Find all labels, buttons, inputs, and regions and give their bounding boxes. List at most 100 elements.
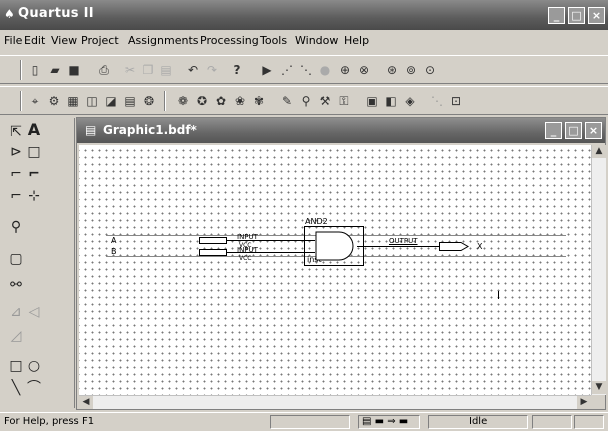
minimize-button[interactable]: _ [548,7,565,24]
start-analysis-icon[interactable]: ⋰ [280,63,294,77]
start-timing-icon[interactable]: ⋱ [299,63,313,77]
input-a-name: A [111,236,117,245]
block-tool-icon[interactable]: □ [26,144,42,160]
input-b-sub: VCC [239,255,252,262]
menu-edit[interactable]: Edit [24,34,45,47]
scroll-left-icon[interactable]: ◀ [79,396,93,409]
output-pin-x[interactable] [439,242,469,251]
menu-file[interactable]: File [4,34,22,47]
line-tool-icon[interactable]: ╲ [8,380,24,396]
full-screen-icon[interactable]: ▢ [8,251,24,267]
print-icon[interactable]: ⎙ [97,63,111,77]
scroll-down-icon[interactable]: ▼ [592,381,606,394]
analyze-icon[interactable]: ❁ [176,94,190,108]
grid-icon[interactable]: ⋱ [430,94,444,108]
schematic-canvas[interactable]: A INPUT VCC B INPUT VCC AND2 inst OUTPUT… [79,145,591,395]
start-compilation-icon[interactable]: ▶ [260,63,274,77]
floorplan-icon[interactable]: ▤ [123,94,137,108]
standard-toolbar: ▯ ▰ ■ ⎙ ✂ ❐ ▤ ↶ ↷ ? ▶ ⋰ ⋱ ● ⊕ ⊗ ⊛ ⊚ ⊙ [0,55,608,84]
paste-icon[interactable]: ▤ [159,63,173,77]
assemble-icon[interactable]: ✿ [214,94,228,108]
menu-processing[interactable]: Processing [200,34,259,47]
wire-a[interactable] [227,240,315,241]
close-button[interactable]: × [588,7,605,24]
find-icon[interactable]: ⚯ [8,277,24,293]
and-gate-shape[interactable] [315,231,357,261]
input-pin-b[interactable] [199,249,227,256]
stop-icon[interactable]: ● [318,63,332,77]
simulator-tool-icon[interactable]: ⊗ [357,63,371,77]
symbol-tool-icon[interactable]: ⊳ [8,144,24,160]
orthogonal-node-tool-icon[interactable]: ⌐ [8,166,24,182]
vertical-scrollbar[interactable]: ▲ ▼ [591,145,606,395]
rtl-viewer-icon[interactable]: ◧ [384,94,398,108]
oval-tool-icon[interactable]: ○ [26,358,42,374]
menu-window[interactable]: Window [295,34,338,47]
redo-icon[interactable]: ↷ [205,63,219,77]
child-maximize-button[interactable]: □ [565,122,582,139]
horizontal-scrollbar[interactable]: ◀ ▶ [79,395,591,409]
zoom-tool-icon[interactable]: ⚲ [8,219,24,235]
child-window-title: Graphic1.bdf* [103,123,197,137]
flip-vertical-icon[interactable]: ◁ [26,304,42,320]
eda-icon[interactable]: ✾ [252,94,266,108]
pencil-icon[interactable]: ✎ [280,94,294,108]
compile-icon[interactable]: ❂ [142,94,156,108]
menu-view[interactable]: View [51,34,77,47]
scroll-up-icon[interactable]: ▲ [592,145,606,158]
pin-planner-icon[interactable]: ◫ [85,94,99,108]
block-editor-window: ▤ Graphic1.bdf* _ □ × A INPUT VCC B INPU… [76,117,606,410]
selection-tool-icon[interactable]: ⇱ [8,124,24,140]
child-minimize-button[interactable]: _ [545,122,562,139]
status-panel-2 [532,415,572,429]
hierarchy-icon[interactable]: ⌖ [28,94,42,108]
open-icon[interactable]: ▰ [48,63,62,77]
wand-icon[interactable]: ⚲ [299,94,313,108]
wire-out[interactable] [357,246,439,247]
tech-map-icon[interactable]: ◈ [403,94,417,108]
flip-horizontal-icon[interactable]: ⊿ [8,304,24,320]
input-pin-a[interactable] [199,237,227,244]
new-icon[interactable]: ▯ [28,63,42,77]
menu-project[interactable]: Project [81,34,119,47]
report-icon[interactable]: ▣ [365,94,379,108]
arc-tool-icon[interactable]: ⌒ [26,380,42,396]
compiler-tool-icon[interactable]: ⊕ [338,63,352,77]
programmer-icon[interactable]: ⊛ [385,63,399,77]
wire-b[interactable] [227,252,315,253]
menu-tools[interactable]: Tools [260,34,287,47]
whats-this-icon[interactable]: ? [230,63,244,77]
fit-icon[interactable]: ✪ [195,94,209,108]
settings-icon[interactable]: ⚙ [47,94,61,108]
cut-icon[interactable]: ✂ [123,63,137,77]
lock-icon[interactable]: ⚿ [337,94,351,108]
timing-wizard-icon[interactable]: ◪ [104,94,118,108]
text-tool-icon[interactable]: A [26,122,42,138]
timing-icon[interactable]: ❀ [233,94,247,108]
orthogonal-bus-tool-icon[interactable]: ⌐ [26,166,42,182]
device-icon[interactable]: ▦ [66,94,80,108]
quartus-logo-icon: ♠ [4,7,15,21]
maximize-button[interactable]: □ [568,7,585,24]
child-title-bar: ▤ Graphic1.bdf* _ □ × [77,118,605,143]
status-progress-icon: ▤ ▬ ⇒ ▬ [362,416,409,427]
copy-icon[interactable]: ❐ [141,63,155,77]
menu-help[interactable]: Help [344,34,369,47]
gate-name: AND2 [305,217,328,226]
undo-icon[interactable]: ↶ [186,63,200,77]
save-icon[interactable]: ■ [67,63,81,77]
rotate-icon[interactable]: ◿ [8,328,24,344]
assignment-editor-icon[interactable]: ⊙ [423,63,437,77]
status-help-text: For Help, press F1 [4,416,95,427]
conduit-tool-icon[interactable]: ⌐ [8,188,24,204]
output-label: OUTPUT [389,237,418,245]
scroll-right-icon[interactable]: ▶ [577,396,591,409]
child-close-button[interactable]: × [585,122,602,139]
chip-planner-icon[interactable]: ⊚ [404,63,418,77]
rectangle-tool-icon[interactable]: □ [8,358,24,374]
wrench-icon[interactable]: ⚒ [318,94,332,108]
menu-assignments[interactable]: Assignments [128,34,199,47]
rubberband-icon[interactable]: ⊹ [26,188,42,204]
bdf-file-icon: ▤ [85,123,97,137]
zoom-fit-icon[interactable]: ⊡ [449,94,463,108]
